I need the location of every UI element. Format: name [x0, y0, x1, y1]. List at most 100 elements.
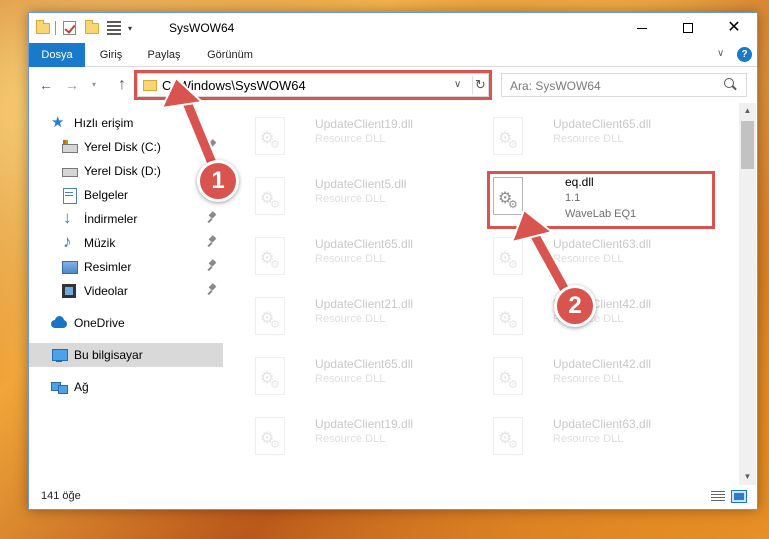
tab-home[interactable]: Giriş — [89, 43, 133, 67]
pin-icon[interactable] — [207, 260, 217, 272]
search-box[interactable]: Ara: SysWOW64 — [501, 73, 747, 97]
dll-file-icon — [253, 297, 289, 337]
tiles-view-icon[interactable] — [731, 490, 747, 503]
nav-item-label: OneDrive — [74, 316, 125, 330]
file-description: Resource DLL — [315, 253, 386, 265]
minimize-button[interactable] — [619, 13, 665, 43]
search-icon[interactable] — [724, 78, 736, 90]
file-item[interactable]: UpdateClient63.dll Resource DLL — [483, 231, 713, 281]
nav-item-local-disk-d[interactable]: Yerel Disk (D:) — [29, 159, 223, 183]
maximize-icon — [683, 23, 693, 33]
file-description: Resource DLL — [315, 433, 386, 445]
file-item[interactable]: UpdateClient65.dll Resource DLL — [245, 231, 475, 281]
dll-file-icon — [253, 357, 289, 397]
music-icon — [61, 232, 77, 252]
scroll-down-arrow-icon[interactable]: ▼ — [739, 469, 756, 485]
file-name: UpdateClient19.dll — [315, 417, 414, 431]
file-description: Resource DLL — [315, 373, 386, 385]
nav-item-videos[interactable]: Videolar — [29, 279, 223, 303]
drive-icon — [61, 139, 78, 155]
address-highlight-box — [134, 70, 492, 100]
explorer-window: ▾ SysWOW64 ✕ Dosya Giriş Paylaş Görünüm … — [28, 12, 758, 510]
pin-icon[interactable] — [207, 212, 217, 224]
file-item[interactable]: UpdateClient21.dll Resource DLL — [245, 291, 475, 341]
help-icon[interactable]: ? — [737, 47, 752, 62]
nav-item-label: Müzik — [84, 236, 116, 250]
documents-icon — [61, 187, 77, 204]
details-view-icon[interactable] — [711, 491, 725, 502]
item-count: 141 öğe — [41, 490, 81, 502]
eq-dll-highlight-box — [487, 171, 715, 229]
file-item[interactable]: UpdateClient63.dll Resource DLL — [483, 411, 713, 461]
properties-icon[interactable] — [106, 20, 122, 36]
file-item[interactable]: UpdateClient19.dll Resource DLL — [245, 411, 475, 461]
properties-check-icon[interactable] — [62, 20, 78, 36]
up-arrow-icon[interactable]: ↑ — [113, 76, 131, 94]
nav-item-network[interactable]: Ağ — [29, 375, 223, 399]
onedrive-icon — [51, 315, 67, 331]
recent-locations-chevron-icon[interactable]: ▾ — [85, 76, 103, 94]
file-name: UpdateClient65.dll — [315, 357, 414, 371]
dll-file-icon — [491, 117, 527, 157]
tab-file[interactable]: Dosya — [29, 43, 85, 67]
file-name: UpdateClient19.dll — [315, 117, 414, 131]
folder-icon — [35, 20, 51, 36]
file-name: UpdateClient5.dll — [315, 177, 407, 191]
dll-file-icon — [253, 237, 289, 277]
nav-item-label: Belgeler — [84, 188, 129, 202]
search-placeholder: Ara: SysWOW64 — [510, 79, 601, 93]
file-description: Resource DLL — [315, 193, 386, 205]
videos-icon — [61, 283, 77, 299]
vertical-scrollbar[interactable]: ▲ ▼ — [739, 103, 756, 485]
pictures-icon — [61, 259, 78, 275]
drive-icon — [61, 163, 78, 179]
file-description: Resource DLL — [315, 133, 386, 145]
nav-item-label: Yerel Disk (D:) — [84, 164, 161, 178]
star-icon — [51, 113, 67, 131]
forward-arrow-icon[interactable]: → — [63, 76, 81, 94]
scrollbar-thumb[interactable] — [741, 121, 754, 169]
minimize-icon — [637, 27, 647, 29]
tab-share[interactable]: Paylaş — [137, 43, 191, 67]
file-item[interactable]: UpdateClient65.dll Resource DLL — [245, 351, 475, 401]
file-list: UpdateClient19.dll Resource DLL UpdateCl… — [225, 103, 739, 485]
back-arrow-icon[interactable]: ← — [37, 76, 55, 94]
file-item[interactable]: UpdateClient5.dll Resource DLL — [245, 171, 475, 221]
file-description: Resource DLL — [315, 313, 386, 325]
nav-item-quick-access[interactable]: Hızlı erişim — [29, 111, 223, 135]
nav-item-this-pc[interactable]: Bu bilgisayar — [29, 343, 223, 367]
nav-item-label: Resimler — [84, 260, 132, 274]
dll-file-icon — [491, 237, 527, 277]
tab-view[interactable]: Görünüm — [197, 43, 263, 67]
file-item[interactable]: UpdateClient65.dll Resource DLL — [483, 111, 713, 161]
nav-item-music[interactable]: Müzik — [29, 231, 223, 255]
file-name: UpdateClient42.dll — [553, 357, 652, 371]
pin-icon[interactable] — [207, 284, 217, 296]
file-item[interactable]: UpdateClient42.dll Resource DLL — [483, 351, 713, 401]
file-description: Resource DLL — [553, 433, 624, 445]
close-button[interactable]: ✕ — [711, 13, 757, 43]
expand-ribbon-chevron-icon[interactable]: ∨ — [717, 48, 724, 59]
new-folder-icon[interactable] — [84, 20, 100, 36]
close-icon: ✕ — [727, 19, 741, 36]
nav-item-pictures[interactable]: Resimler — [29, 255, 223, 279]
pin-icon[interactable] — [207, 140, 217, 152]
toolbar-divider — [55, 21, 56, 35]
nav-item-documents[interactable]: Belgeler — [29, 183, 223, 207]
quick-access-toolbar: ▾ — [35, 19, 140, 37]
file-item[interactable]: UpdateClient42.dll Resource DLL — [483, 291, 713, 341]
scroll-up-arrow-icon[interactable]: ▲ — [739, 103, 756, 119]
file-name: UpdateClient63.dll — [553, 417, 652, 431]
title-bar: ▾ SysWOW64 ✕ — [29, 13, 757, 43]
navigation-pane: Hızlı erişim Yerel Disk (C:) Yerel Disk … — [29, 103, 225, 485]
pin-icon[interactable] — [207, 236, 217, 248]
file-item[interactable]: UpdateClient19.dll Resource DLL — [245, 111, 475, 161]
nav-item-local-disk-c[interactable]: Yerel Disk (C:) — [29, 135, 223, 159]
nav-item-downloads[interactable]: İndirmeler — [29, 207, 223, 231]
file-name: UpdateClient21.dll — [315, 297, 414, 311]
nav-item-onedrive[interactable]: OneDrive — [29, 311, 223, 335]
customize-toolbar-chevron-icon[interactable]: ▾ — [128, 24, 132, 33]
navigation-bar: ← → ▾ ↑ C:\Windows\SysWOW64 ∨ ↻ Ara: Sys… — [29, 68, 757, 102]
nav-item-label: Ağ — [74, 380, 89, 394]
maximize-button[interactable] — [665, 13, 711, 43]
